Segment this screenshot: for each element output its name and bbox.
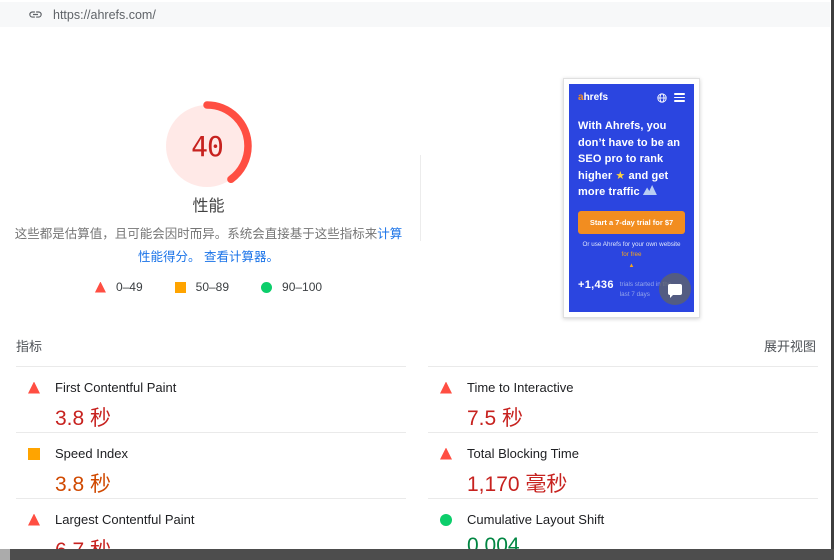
pass-circle-icon xyxy=(261,281,273,293)
legend-fail-range: 0–49 xyxy=(115,280,143,294)
performance-score: 40 xyxy=(191,129,224,163)
ahrefs-logo-rest: hrefs xyxy=(583,92,609,103)
hamburger-menu-icon xyxy=(674,93,685,102)
score-description: 这些都是估算值，且可能会因时而异。系统会直接基于这些指标来计算性能得分。 查看计… xyxy=(10,223,407,268)
chat-widget-button xyxy=(659,273,691,305)
star-icon: ★ xyxy=(615,169,626,182)
performance-label: 性能 xyxy=(192,198,225,215)
score-legend: 0–49 50–89 90–100 xyxy=(0,280,417,294)
calculator-link[interactable]: 查看计算器。 xyxy=(204,250,279,264)
legend-item-pass: 90–100 xyxy=(261,280,322,294)
metric-value: 3.8 秒 xyxy=(55,473,112,496)
average-square-icon xyxy=(28,447,40,460)
fail-triangle-icon xyxy=(440,447,452,460)
fail-triangle-icon xyxy=(28,513,40,526)
metric-name: Speed Index xyxy=(55,446,129,461)
pointer-up-icon: ▲ xyxy=(628,262,635,269)
preview-subtext: Or use Ahrefs for your own website for f… xyxy=(578,240,685,272)
legend-item-average: 50–89 xyxy=(174,280,230,294)
metrics-column-left: First Contentful Paint 3.8 秒 Speed Index… xyxy=(16,366,406,560)
metrics-header-row: 指标 展开视图 xyxy=(16,336,816,355)
tested-url: https://ahrefs.com/ xyxy=(53,7,156,22)
metric-name: Time to Interactive xyxy=(467,380,574,395)
adobe-logo: Adobe xyxy=(635,311,675,312)
metric-value: 7.5 秒 xyxy=(467,407,524,430)
chat-bubble-icon xyxy=(668,283,682,298)
metric-first-contentful-paint[interactable]: First Contentful Paint 3.8 秒 xyxy=(16,366,406,432)
mountain-icon xyxy=(642,185,657,195)
pass-circle-icon xyxy=(440,513,452,526)
metric-name: Largest Contentful Paint xyxy=(55,512,195,527)
legend-item-fail: 0–49 xyxy=(94,280,143,294)
fail-triangle-icon xyxy=(440,381,452,394)
globe-icon xyxy=(657,92,667,103)
performance-summary: 40 性能 这些都是估算值，且可能会因时而异。系统会直接基于这些指标来计算性能得… xyxy=(0,60,834,332)
description-text: 这些都是估算值，且可能会因时而异。系统会直接基于这些指标来 xyxy=(14,227,378,241)
performance-gauge[interactable]: 40 xyxy=(161,100,253,192)
preview-header-icons xyxy=(657,92,685,103)
link-icon xyxy=(28,7,43,22)
trials-count: +1,436 xyxy=(578,279,614,292)
legend-average-range: 50–89 xyxy=(195,280,230,294)
metric-speed-index[interactable]: Speed Index 3.8 秒 xyxy=(16,432,406,498)
preview-heading: With Ahrefs, you don’t have to be an SEO… xyxy=(578,118,685,201)
page-screenshot-thumbnail[interactable]: ahrefs With Ahrefs, you don’t have to be… xyxy=(563,78,700,318)
window-bottom-edge xyxy=(0,549,834,560)
average-square-icon xyxy=(174,281,186,293)
pagespeed-report: https://ahrefs.com/ 40 性能 这些都是估算值，且可能会因时… xyxy=(0,0,834,560)
legend-pass-range: 90–100 xyxy=(282,280,323,294)
expand-view-button[interactable]: 展开视图 xyxy=(764,336,816,355)
metric-name: Total Blocking Time xyxy=(467,446,579,461)
metric-value: 1,170 毫秒 xyxy=(467,473,568,496)
metric-time-to-interactive[interactable]: Time to Interactive 7.5 秒 xyxy=(428,366,818,432)
fail-triangle-icon xyxy=(94,281,106,293)
metrics-column-right: Time to Interactive 7.5 秒 Total Blocking… xyxy=(428,366,818,560)
fail-triangle-icon xyxy=(28,381,40,394)
metric-total-blocking-time[interactable]: Total Blocking Time 1,170 毫秒 xyxy=(428,432,818,498)
metric-value: 3.8 秒 xyxy=(55,407,112,430)
metric-name: Cumulative Layout Shift xyxy=(467,512,605,527)
for-free-link: for free xyxy=(621,251,642,259)
adobe-label: Adobe xyxy=(647,311,675,312)
ahrefs-page-preview: ahrefs With Ahrefs, you don’t have to be… xyxy=(569,84,694,312)
customer-logos: FACEBOOK Adobe xyxy=(578,311,685,312)
preview-header: ahrefs xyxy=(578,92,685,103)
section-divider xyxy=(420,155,421,241)
metric-name: First Contentful Paint xyxy=(55,380,177,395)
ahrefs-logo: ahrefs xyxy=(578,92,608,103)
url-bar[interactable]: https://ahrefs.com/ xyxy=(0,2,830,27)
metrics-title: 指标 xyxy=(16,339,43,354)
subtext: Or use Ahrefs for your own website xyxy=(582,240,681,248)
trial-cta-button: Start a 7-day trial for $7 xyxy=(578,210,685,234)
